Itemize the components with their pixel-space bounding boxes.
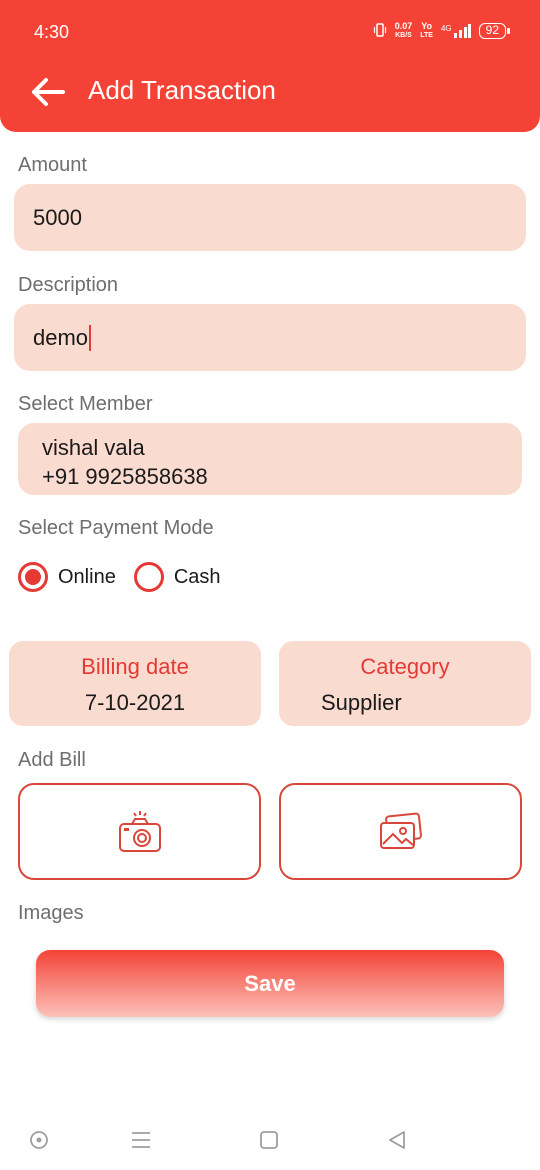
payment-mode-label: Select Payment Mode <box>18 517 214 539</box>
category-card[interactable]: Category Supplier <box>279 641 531 726</box>
page-title: Add Transaction <box>88 75 276 105</box>
camera-button[interactable] <box>18 783 261 880</box>
back-button[interactable] <box>26 70 70 114</box>
net-speed-value: 0.07 <box>394 21 413 31</box>
member-name: vishal vala <box>42 435 145 460</box>
signal-icon: 4G <box>441 24 471 38</box>
images-label: Images <box>18 902 84 924</box>
member-label: Select Member <box>18 393 153 415</box>
payment-mode-group: Online Cash <box>18 562 239 592</box>
nav-back-button[interactable] <box>382 1125 412 1155</box>
network-type: 4G <box>440 24 452 33</box>
menu-icon <box>132 1132 150 1148</box>
billing-date-value: 7-10-2021 <box>84 690 186 715</box>
app-bar: 4:30 0.07 KB/S Yo LTE 4G 92 Add Transact… <box>0 0 540 132</box>
radio-online[interactable]: Online <box>18 562 116 592</box>
category-value: Supplier <box>321 690 402 715</box>
nav-assist-button[interactable] <box>24 1125 54 1155</box>
radio-online-label: Online <box>58 565 116 588</box>
camera-icon <box>118 810 161 852</box>
description-field[interactable]: demo <box>14 304 526 371</box>
member-selector[interactable]: vishal vala +91 9925858638 <box>18 423 522 495</box>
add-bill-label: Add Bill <box>18 749 86 771</box>
status-time: 4:30 <box>34 22 70 42</box>
radio-cash-indicator[interactable] <box>133 562 164 592</box>
net-speed: 0.07 KB/S <box>395 22 413 40</box>
billing-date-card[interactable]: Billing date 7-10-2021 <box>9 641 261 726</box>
circle-icon <box>30 1131 48 1149</box>
gallery-icon <box>379 812 422 849</box>
home-square-icon <box>260 1131 278 1149</box>
amount-label: Amount <box>18 154 87 176</box>
billing-date-title: Billing date <box>81 654 189 679</box>
radio-cash[interactable]: Cash <box>133 562 221 592</box>
description-label: Description <box>18 274 119 296</box>
category-title: Category <box>360 654 450 679</box>
description-value: demo <box>33 324 89 350</box>
save-button[interactable]: Save <box>36 950 504 1017</box>
radio-cash-label: Cash <box>173 565 221 588</box>
vibrate-icon <box>373 23 387 39</box>
member-phone: +91 9925858638 <box>42 464 208 489</box>
volte-text: Yo <box>421 21 433 31</box>
arrow-left-icon <box>32 78 65 106</box>
back-triangle-icon <box>389 1131 405 1149</box>
net-speed-unit: KB/S <box>395 32 412 39</box>
radio-online-indicator[interactable] <box>18 562 48 592</box>
system-nav-bar <box>0 1105 540 1170</box>
amount-value: 5000 <box>33 204 82 230</box>
volte-indicator: Yo LTE <box>420 22 433 40</box>
status-icons: 0.07 KB/S Yo LTE 4G 92 <box>373 22 511 40</box>
gallery-button[interactable] <box>279 783 522 880</box>
battery-icon: 92 <box>478 23 511 39</box>
text-caret <box>89 324 92 351</box>
volte-sub: LTE <box>420 32 433 39</box>
nav-home-button[interactable] <box>254 1125 284 1155</box>
amount-field[interactable]: 5000 <box>14 184 526 251</box>
nav-menu-button[interactable] <box>126 1125 156 1155</box>
